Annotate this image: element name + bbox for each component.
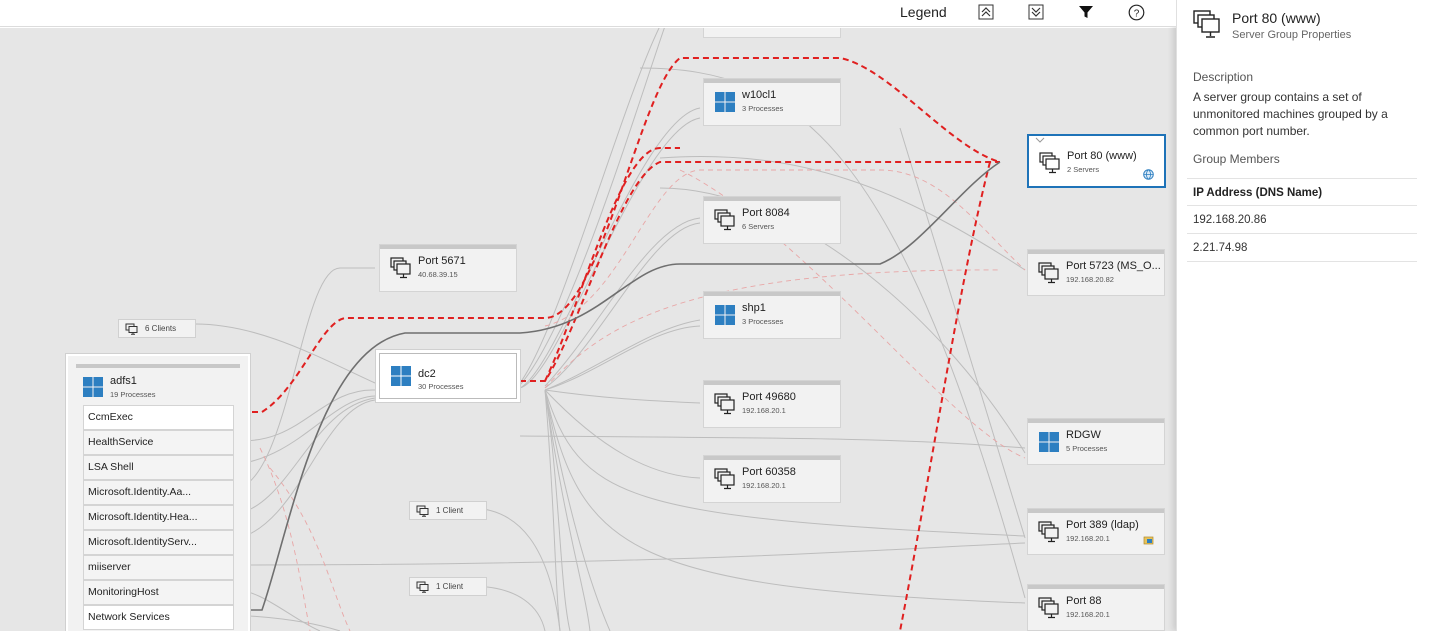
table-header: IP Address (DNS Name): [1187, 178, 1417, 206]
server-group-icon: [1038, 597, 1059, 619]
machine-title: adfs1: [110, 375, 137, 387]
node-subtitle: 192.168.20.1: [742, 406, 786, 415]
server-group-icon: [1038, 262, 1059, 284]
process-network-services[interactable]: Network Services: [83, 605, 234, 630]
node-adfs1-expanded[interactable]: adfs1 19 Processes CcmExec HealthService…: [65, 353, 251, 631]
windows-icon: [83, 377, 103, 397]
legend-button[interactable]: Legend: [900, 4, 947, 20]
group-members-heading: Group Members: [1193, 152, 1280, 166]
server-group-icon: [1039, 152, 1060, 174]
client-group-1-client[interactable]: 1 Client: [409, 501, 487, 520]
panel-subtitle: Server Group Properties: [1232, 29, 1352, 41]
machine-subtitle: 19 Processes: [110, 390, 156, 399]
node-subtitle: 192.168.20.82: [1066, 275, 1114, 284]
group-members-table: IP Address (DNS Name) 192.168.20.86 2.21…: [1187, 178, 1417, 262]
node-title: shp1: [742, 302, 766, 314]
server-group-icon: [714, 209, 735, 231]
collapse-all-icon[interactable]: [1027, 3, 1045, 21]
server-group-icon: [1193, 10, 1220, 38]
panel-title: Port 80 (www): [1232, 10, 1321, 26]
description-heading: Description: [1193, 70, 1254, 84]
process-monitoringhost[interactable]: MonitoringHost: [83, 580, 234, 605]
client-group-label: 1 Client: [436, 582, 464, 591]
node-subtitle: 2 Servers: [1067, 165, 1100, 174]
node-port-60358[interactable]: Port 60358 192.168.20.1: [703, 455, 841, 503]
process-microsoft-identity-aa[interactable]: Microsoft.Identity.Aa...: [83, 480, 234, 505]
windows-icon: [715, 92, 735, 112]
dependency-map-canvas[interactable]: w10cl1 3 Processes Port 5671 40.68.39.15…: [0, 28, 1176, 631]
windows-icon: [1039, 432, 1059, 452]
node-rdgw[interactable]: RDGW 5 Processes: [1027, 418, 1165, 465]
map-toolbar: Legend ?: [0, 0, 1176, 27]
windows-icon: [715, 305, 735, 325]
node-port-8084[interactable]: Port 8084 6 Servers: [703, 196, 841, 244]
node-title: Port 88: [1066, 595, 1102, 607]
node-subtitle: 40.68.39.15: [418, 270, 458, 279]
expand-all-icon[interactable]: [977, 3, 995, 21]
properties-panel: Port 80 (www) Server Group Properties De…: [1176, 0, 1430, 631]
web-globe-icon: [1143, 169, 1154, 180]
node-port-5723[interactable]: Port 5723 (MS_O... 192.168.20.82: [1027, 249, 1165, 296]
node-subtitle: 3 Processes: [742, 104, 784, 113]
node-port-49680[interactable]: Port 49680 192.168.20.1: [703, 380, 841, 428]
table-row[interactable]: 192.168.20.86: [1187, 206, 1417, 234]
node-title: Port 80 (www): [1067, 150, 1137, 162]
client-group-6-clients[interactable]: 6 Clients: [118, 319, 196, 338]
server-group-icon: [714, 393, 735, 415]
node-port-389-ldap[interactable]: Port 389 (ldap) 192.168.20.1: [1027, 508, 1165, 555]
node-subtitle: 5 Processes: [1066, 444, 1108, 453]
node-title: w10cl1: [742, 89, 777, 101]
node-title: Port 5723 (MS_O...: [1066, 260, 1161, 272]
node-subtitle: 192.168.20.1: [742, 481, 786, 490]
node-title: Port 49680: [742, 391, 796, 403]
client-group-label: 6 Clients: [145, 324, 177, 333]
directory-folder-icon: [1143, 536, 1154, 545]
process-healthservice[interactable]: HealthService: [83, 430, 234, 455]
node-port-80-www-selected[interactable]: Port 80 (www) 2 Servers: [1027, 134, 1166, 188]
client-group-icon: [416, 505, 429, 517]
node-title: Port 60358: [742, 466, 796, 478]
process-miiserver[interactable]: miiserver: [83, 555, 234, 580]
node-shp1[interactable]: shp1 3 Processes: [703, 291, 841, 339]
node-title: RDGW: [1066, 429, 1101, 441]
windows-icon: [391, 366, 411, 386]
server-group-icon: [1038, 521, 1059, 543]
process-lsa-shell[interactable]: LSA Shell: [83, 455, 234, 480]
client-group-icon: [125, 323, 138, 335]
node-subtitle: 6 Servers: [742, 222, 775, 231]
node-title: Port 389 (ldap): [1066, 519, 1139, 531]
filter-icon[interactable]: [1077, 3, 1095, 21]
node-dc2[interactable]: dc2 30 Processes: [376, 350, 520, 402]
process-microsoft-identity-hea[interactable]: Microsoft.Identity.Hea...: [83, 505, 234, 530]
node-top-cutoff[interactable]: [703, 28, 841, 38]
node-port-5671[interactable]: Port 5671 40.68.39.15: [379, 244, 517, 292]
chevron-down-icon[interactable]: [1035, 137, 1045, 143]
node-subtitle: 192.168.20.1: [1066, 534, 1110, 543]
server-group-icon: [714, 468, 735, 490]
client-group-label: 1 Client: [436, 506, 464, 515]
node-subtitle: 192.168.20.1: [1066, 610, 1110, 619]
node-subtitle: 3 Processes: [742, 317, 784, 326]
node-w10cl1[interactable]: w10cl1 3 Processes: [703, 78, 841, 126]
node-subtitle: 30 Processes: [418, 382, 464, 391]
process-ccmexec[interactable]: CcmExec: [83, 405, 234, 430]
client-group-icon: [416, 581, 429, 593]
node-title: Port 5671: [418, 255, 466, 267]
table-row[interactable]: 2.21.74.98: [1187, 234, 1417, 262]
description-text: A server group contains a set of unmonit…: [1193, 90, 1388, 138]
server-group-icon: [390, 257, 411, 279]
help-icon[interactable]: ?: [1127, 3, 1145, 21]
process-microsoft-identityserv[interactable]: Microsoft.IdentityServ...: [83, 530, 234, 555]
node-title: dc2: [418, 368, 436, 380]
node-title: Port 8084: [742, 207, 790, 219]
node-port-88[interactable]: Port 88 192.168.20.1: [1027, 584, 1165, 631]
client-group-1-client-2[interactable]: 1 Client: [409, 577, 487, 596]
svg-text:?: ?: [1133, 8, 1139, 19]
